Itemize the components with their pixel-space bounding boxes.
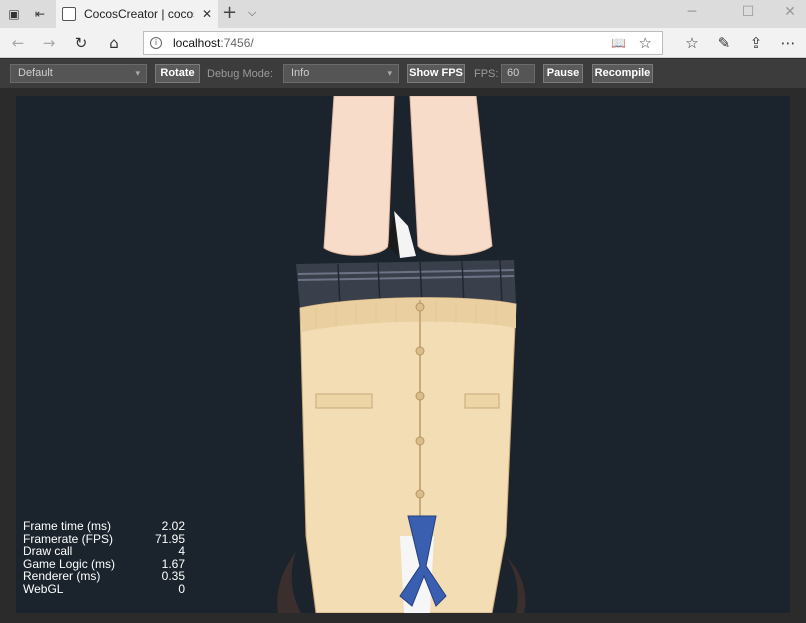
star-icon[interactable]: ☆ [639, 34, 652, 52]
stats-row: Frame time (ms) 2.02 [23, 520, 185, 533]
pause-button[interactable]: Pause [543, 64, 583, 83]
url-text[interactable]: localhost:7456/ [173, 36, 254, 50]
stats-label: WebGL [23, 581, 64, 596]
tab-actions-icon[interactable]: ▣ [6, 6, 22, 22]
stats-value: 4 [178, 544, 185, 558]
browser-nav-bar: ← → ↻ ⌂ i localhost:7456/ 📖 ☆ ☆ ✎ ⇪ ⋯ [0, 28, 806, 58]
favorites-hub-icon[interactable]: ☆ [682, 34, 702, 52]
stats-value: 0 [178, 581, 185, 596]
stats-row: Renderer (ms) 0.35 [23, 570, 185, 583]
refresh-icon[interactable]: ↻ [71, 34, 91, 52]
stats-value: 2.02 [161, 519, 185, 533]
minimize-icon[interactable]: ─ [677, 4, 707, 20]
forward-arrow-icon[interactable]: → [39, 34, 59, 52]
game-stage: Frame time (ms) 2.02 Framerate (FPS) 71.95… [0, 88, 806, 623]
game-canvas[interactable]: Frame time (ms) 2.02 Framerate (FPS) 71.95… [16, 96, 790, 613]
pocket-left [315, 393, 373, 409]
fps-input[interactable]: 60 [501, 64, 535, 83]
right-leg [409, 96, 493, 256]
debug-mode-select[interactable]: Info ▾ [283, 64, 399, 83]
info-icon[interactable]: i [150, 37, 162, 49]
stats-label: Frame time (ms) [23, 519, 111, 533]
stats-row: Draw call 4 [23, 545, 185, 558]
device-select[interactable]: Default ▾ [10, 64, 147, 83]
show-fps-button[interactable]: Show FPS [407, 64, 465, 83]
cocos-preview-toolbar: Default ▾ Rotate Debug Mode: Info ▾ Show… [0, 59, 806, 88]
stats-label: Draw call [23, 544, 73, 558]
chevron-down-icon: ▾ [387, 68, 392, 78]
debug-mode-label: Debug Mode: [207, 68, 274, 80]
tab-title: CocosCreator | cocos-cr [84, 7, 194, 21]
tab-preview-chevron-icon[interactable]: ⌵ [248, 6, 256, 20]
browser-tab-strip: ▣ ⇤ CocosCreator | cocos-cr ✕ + ⌵ ─ ☐ ✕ [0, 0, 806, 28]
reading-view-icon[interactable]: 📖 [611, 36, 626, 50]
more-dots-icon[interactable]: ⋯ [778, 34, 798, 52]
chevron-down-icon: ▾ [135, 68, 140, 78]
recompile-button[interactable]: Recompile [592, 64, 653, 83]
stats-value: 0.35 [161, 569, 185, 583]
page-favicon-icon [62, 7, 76, 21]
left-leg [323, 96, 395, 256]
stats-label: Renderer (ms) [23, 569, 101, 583]
maximize-icon[interactable]: ☐ [733, 4, 763, 20]
browser-tab[interactable]: CocosCreator | cocos-cr ✕ [56, 0, 218, 28]
close-window-icon[interactable]: ✕ [775, 4, 805, 20]
pocket-right [464, 393, 500, 409]
back-arrow-icon[interactable]: ← [8, 34, 28, 52]
fps-stats-panel: Frame time (ms) 2.02 Framerate (FPS) 71.95… [23, 520, 185, 595]
hair-strand-left [277, 551, 301, 613]
address-bar[interactable]: i localhost:7456/ 📖 ☆ [143, 31, 663, 55]
stats-row: WebGL 0 [23, 581, 185, 596]
home-icon[interactable]: ⌂ [104, 34, 124, 52]
set-aside-tabs-icon[interactable]: ⇤ [32, 6, 48, 22]
share-icon[interactable]: ⇪ [746, 34, 766, 52]
rotate-button[interactable]: Rotate [155, 64, 200, 83]
fps-label: FPS: [474, 68, 499, 80]
pen-icon[interactable]: ✎ [714, 34, 734, 52]
new-tab-icon[interactable]: + [222, 4, 240, 22]
tab-close-icon[interactable]: ✕ [202, 7, 212, 21]
hair-strand-right [506, 556, 526, 613]
